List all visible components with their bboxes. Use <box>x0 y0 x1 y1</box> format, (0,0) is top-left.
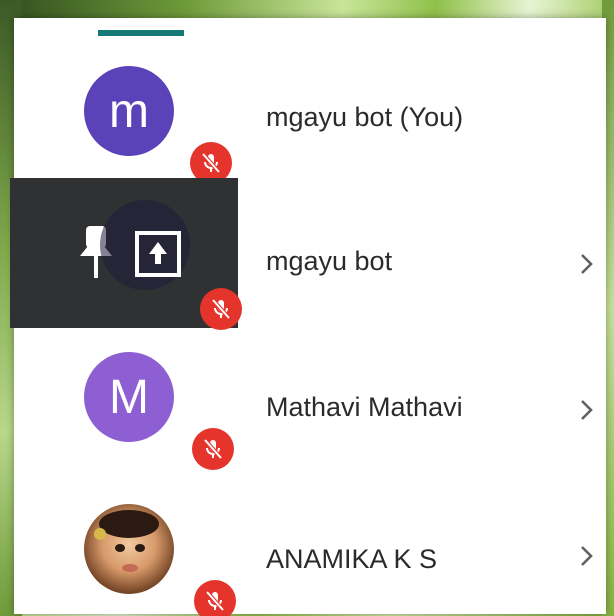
avatar-initial: m <box>109 84 149 138</box>
avatar-photo <box>84 504 174 594</box>
child-portrait-icon <box>94 510 159 572</box>
avatar-initial: M <box>109 370 149 424</box>
participant-name: mgayu bot <box>266 246 393 276</box>
participant-name: Mathavi Mathavi <box>266 392 463 422</box>
participants-panel: m mgayu bot (You) m mgayu bot <box>10 18 606 616</box>
participant-name: mgayu bot (You) <box>266 102 464 132</box>
present-to-all-icon[interactable] <box>134 230 182 278</box>
chevron-right-icon[interactable] <box>576 544 596 568</box>
avatar: m <box>84 66 174 156</box>
mic-off-icon <box>192 428 234 470</box>
chevron-right-icon[interactable] <box>576 398 596 422</box>
participant-row[interactable]: M Mathavi Mathavi <box>14 338 606 478</box>
participant-row-self[interactable]: m mgayu bot (You) <box>14 44 606 184</box>
mic-off-icon <box>200 288 242 330</box>
participant-name: ANAMIKA K S <box>266 544 438 574</box>
video-tile-overlay[interactable] <box>10 178 242 330</box>
avatar: M <box>84 352 174 442</box>
participant-row[interactable]: ANAMIKA K S <box>14 488 606 616</box>
header-strip <box>98 30 184 36</box>
chevron-right-icon[interactable] <box>576 252 596 276</box>
mic-off-icon <box>194 580 236 616</box>
